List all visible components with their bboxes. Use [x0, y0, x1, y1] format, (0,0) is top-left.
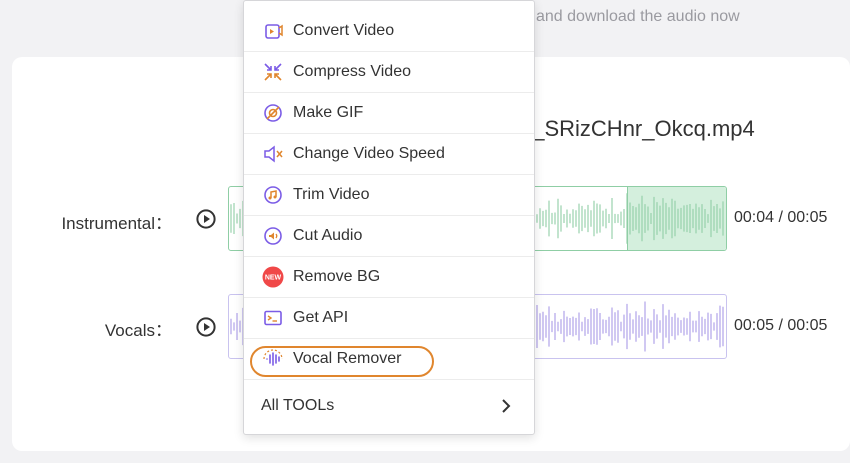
video-speed-icon: [262, 143, 284, 165]
menu-item-remove-bg[interactable]: NEW Remove BG: [244, 257, 534, 298]
instrumental-time: 00:04 / 00:05: [734, 209, 828, 226]
menu-item-make-gif[interactable]: Make GIF: [244, 93, 534, 134]
trim-video-icon: [262, 184, 284, 206]
vocals-play-button[interactable]: [196, 317, 216, 337]
file-name: 3_SRizCHnr_Okcq.mp4: [520, 116, 755, 141]
play-icon: [196, 209, 216, 229]
compress-video-icon: [262, 61, 284, 83]
cut-audio-icon: [262, 225, 284, 247]
play-icon: [196, 317, 216, 337]
make-gif-icon: [262, 102, 284, 124]
menu-item-label: Trim Video: [293, 186, 370, 203]
all-tools-link[interactable]: All TOOLs: [244, 385, 534, 426]
menu-item-label: Remove BG: [293, 268, 381, 285]
vocals-time: 00:05 / 00:05: [734, 317, 828, 334]
menu-item-convert-video[interactable]: Convert Video: [244, 11, 534, 52]
instrumental-play-button[interactable]: [196, 209, 216, 229]
convert-video-icon: [262, 20, 284, 42]
menu-item-label: Cut Audio: [293, 227, 363, 244]
menu-item-compress-video[interactable]: Compress Video: [244, 52, 534, 93]
vocals-label: Vocals：: [104, 321, 172, 340]
instrumental-label: Instrumental：: [61, 214, 172, 233]
new-badge-icon: NEW: [262, 266, 284, 288]
page-subtitle: w and download the audio now: [520, 8, 740, 25]
menu-item-label: Get API: [293, 309, 349, 326]
menu-item-get-api[interactable]: Get API: [244, 298, 534, 339]
menu-item-label: Convert Video: [293, 22, 395, 39]
menu-item-label: Compress Video: [293, 63, 411, 80]
menu-item-trim-video[interactable]: Trim Video: [244, 175, 534, 216]
api-terminal-icon: [262, 307, 284, 329]
all-tools-label: All TOOLs: [261, 396, 335, 414]
chevron-right-icon: [502, 398, 511, 413]
menu-item-label: Change Video Speed: [293, 145, 445, 162]
svg-text:NEW: NEW: [265, 275, 282, 282]
vocal-remover-highlight: [250, 346, 434, 377]
menu-item-label: Make GIF: [293, 104, 364, 121]
menu-item-cut-audio[interactable]: Cut Audio: [244, 216, 534, 257]
menu-item-change-video-speed[interactable]: Change Video Speed: [244, 134, 534, 175]
